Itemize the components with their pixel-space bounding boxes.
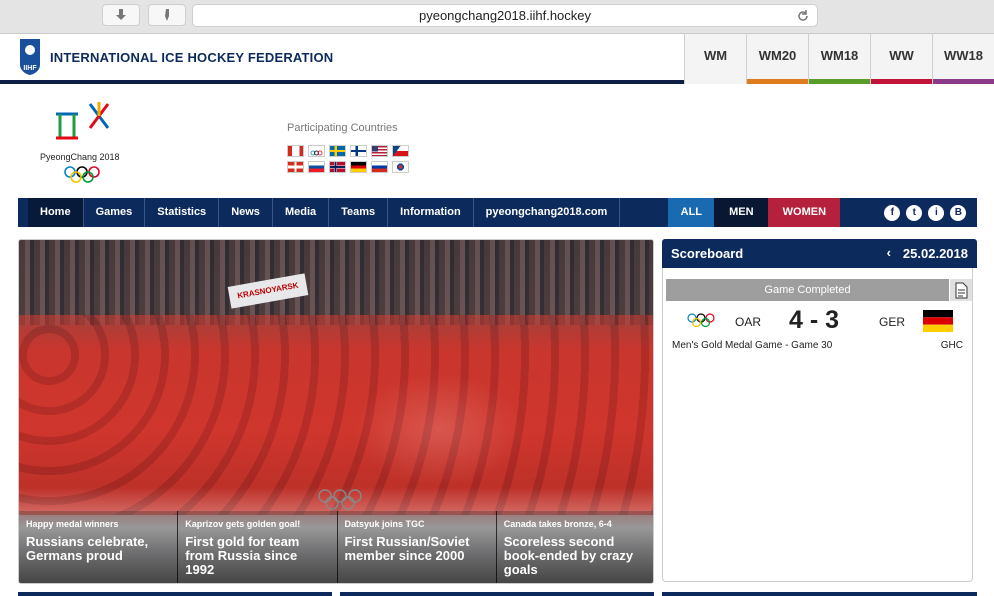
game-report-button[interactable] <box>950 279 972 301</box>
flag-kor[interactable] <box>392 161 409 173</box>
country-flags <box>287 145 417 173</box>
germany-flag-icon <box>923 310 953 332</box>
flag-fin[interactable] <box>350 145 367 157</box>
tab-wm[interactable]: WM <box>684 34 746 84</box>
next-section-strip <box>340 592 654 596</box>
tab-bar <box>871 79 932 84</box>
flag-cze[interactable] <box>392 145 409 157</box>
tab-bar <box>809 79 870 84</box>
news-kicker: Happy medal winners <box>26 519 119 529</box>
tab-wm18[interactable]: WM18 <box>808 34 870 84</box>
nav-information[interactable]: Information <box>388 198 474 227</box>
tab-label: WW18 <box>944 48 983 63</box>
flag-ger[interactable] <box>350 161 367 173</box>
nav-pyeongchang2018[interactable]: pyeongchang2018.com <box>474 198 621 227</box>
tab-label: WM <box>703 48 728 63</box>
download-button[interactable] <box>102 4 140 26</box>
olympic-rings-icon <box>687 313 715 328</box>
news-kicker: Kaprizov gets golden goal! <box>185 519 301 529</box>
participating-countries-label: Participating Countries <box>287 122 398 134</box>
players <box>19 315 653 515</box>
iihf-logo[interactable]: IIHF <box>18 37 42 77</box>
instagram-icon[interactable]: i <box>928 204 945 221</box>
nav-games[interactable]: Games <box>84 198 146 227</box>
news-kicker: Canada takes bronze, 6-4 <box>503 519 612 529</box>
game-score[interactable]: 4 - 3 <box>789 306 839 335</box>
reload-icon[interactable] <box>796 9 810 23</box>
prev-day-button[interactable]: ‹ <box>887 245 891 260</box>
olympic-rings-icon <box>64 166 100 183</box>
tab-label: WM20 <box>758 48 797 63</box>
filter-all[interactable]: ALL <box>668 198 715 227</box>
news-item[interactable]: Happy medal winners Russians celebrate, … <box>19 511 179 583</box>
news-headline: First Russian/Soviet member since 2000 <box>344 534 470 563</box>
team2-name[interactable]: GER <box>879 315 905 329</box>
tab-ww[interactable]: WW <box>870 34 932 84</box>
facebook-icon[interactable]: f <box>884 204 901 221</box>
hero-image[interactable]: KRASNOYARSK Happy medal winners Russians… <box>18 239 654 584</box>
flag-oar[interactable] <box>308 145 325 157</box>
flag-rus[interactable] <box>371 161 388 173</box>
nav-home[interactable]: Home <box>28 198 84 227</box>
scoreboard-body: Game Completed OAR 4 - 3 GER Men's Gold … <box>662 268 973 582</box>
flag-usa[interactable] <box>371 145 388 157</box>
nav-news[interactable]: News <box>219 198 273 227</box>
url-text: pyeongchang2018.iihf.hockey <box>418 8 592 23</box>
address-bar[interactable]: pyeongchang2018.iihf.hockey <box>192 4 818 27</box>
twitter-icon[interactable]: t <box>906 204 923 221</box>
thumb-icon <box>165 9 169 21</box>
news-item[interactable]: Canada takes bronze, 6-4 Scoreless secon… <box>497 511 653 583</box>
filter-men[interactable]: MEN <box>714 198 769 227</box>
championship-tabs: WM WM20 WM18 WW WW18 <box>684 34 994 84</box>
game-status: Game Completed <box>666 279 949 301</box>
nav-teams[interactable]: Teams <box>329 198 389 227</box>
news-headline: Scoreless second book-ended by crazy goa… <box>503 534 634 577</box>
tab-bar <box>933 79 994 84</box>
crowd <box>19 240 653 325</box>
flag-swe[interactable] <box>329 145 346 157</box>
news-kicker: Datsyuk joins TGC <box>344 519 425 529</box>
download-icon <box>116 9 126 20</box>
game-venue: GHC <box>940 340 963 351</box>
iihf-header: IIHF INTERNATIONAL ICE HOCKEY FEDERATION… <box>0 34 994 84</box>
olympic-rings-icon <box>318 489 362 510</box>
iihf-title[interactable]: INTERNATIONAL ICE HOCKEY FEDERATION <box>50 50 333 65</box>
flag-sui[interactable] <box>287 161 304 173</box>
filter-women[interactable]: WOMEN <box>768 198 841 227</box>
flag-nor[interactable] <box>329 161 346 173</box>
main-nav: Home Games Statistics News Media Teams I… <box>18 198 977 227</box>
news-headline: First gold for team from Russia since 19… <box>185 534 300 577</box>
next-section-strip <box>18 592 332 596</box>
team1-name[interactable]: OAR <box>735 315 761 329</box>
game-description: Men's Gold Medal Game - Game 30 <box>672 340 833 351</box>
next-section-strip <box>662 592 977 596</box>
tab-wm20[interactable]: WM20 <box>746 34 808 84</box>
news-captions: Happy medal winners Russians celebrate, … <box>19 511 653 583</box>
logo-text: PyeongChang 2018 <box>40 152 120 162</box>
flag-svk[interactable] <box>308 161 325 173</box>
tab-ww18[interactable]: WW18 <box>932 34 994 84</box>
scoreboard-date[interactable]: 25.02.2018 <box>903 246 968 261</box>
scoreboard-title: Scoreboard <box>671 246 744 261</box>
nav-statistics[interactable]: Statistics <box>145 198 220 227</box>
tab-bar <box>747 79 808 84</box>
news-headline: Russians celebrate, Germans proud <box>26 534 149 563</box>
nav-media[interactable]: Media <box>273 198 330 227</box>
flag-can[interactable] <box>287 145 304 157</box>
document-icon <box>955 282 968 299</box>
tab-label: WW <box>889 48 914 63</box>
scoreboard-header: Scoreboard ‹ 25.02.2018 <box>662 239 977 268</box>
blog-icon[interactable]: B <box>950 204 967 221</box>
pyeongchang-logo[interactable]: PyeongChang 2018 <box>38 96 138 186</box>
tab-bar <box>685 79 746 84</box>
extension-button[interactable] <box>148 4 186 26</box>
social-links: f t i B <box>840 198 967 227</box>
browser-toolbar: pyeongchang2018.iihf.hockey <box>0 0 994 34</box>
news-item[interactable]: Kaprizov gets golden goal! First gold fo… <box>178 511 338 583</box>
iihf-logo-text: IIHF <box>23 65 37 72</box>
tab-label: WM18 <box>820 48 859 63</box>
news-item[interactable]: Datsyuk joins TGC First Russian/Soviet m… <box>338 511 497 583</box>
